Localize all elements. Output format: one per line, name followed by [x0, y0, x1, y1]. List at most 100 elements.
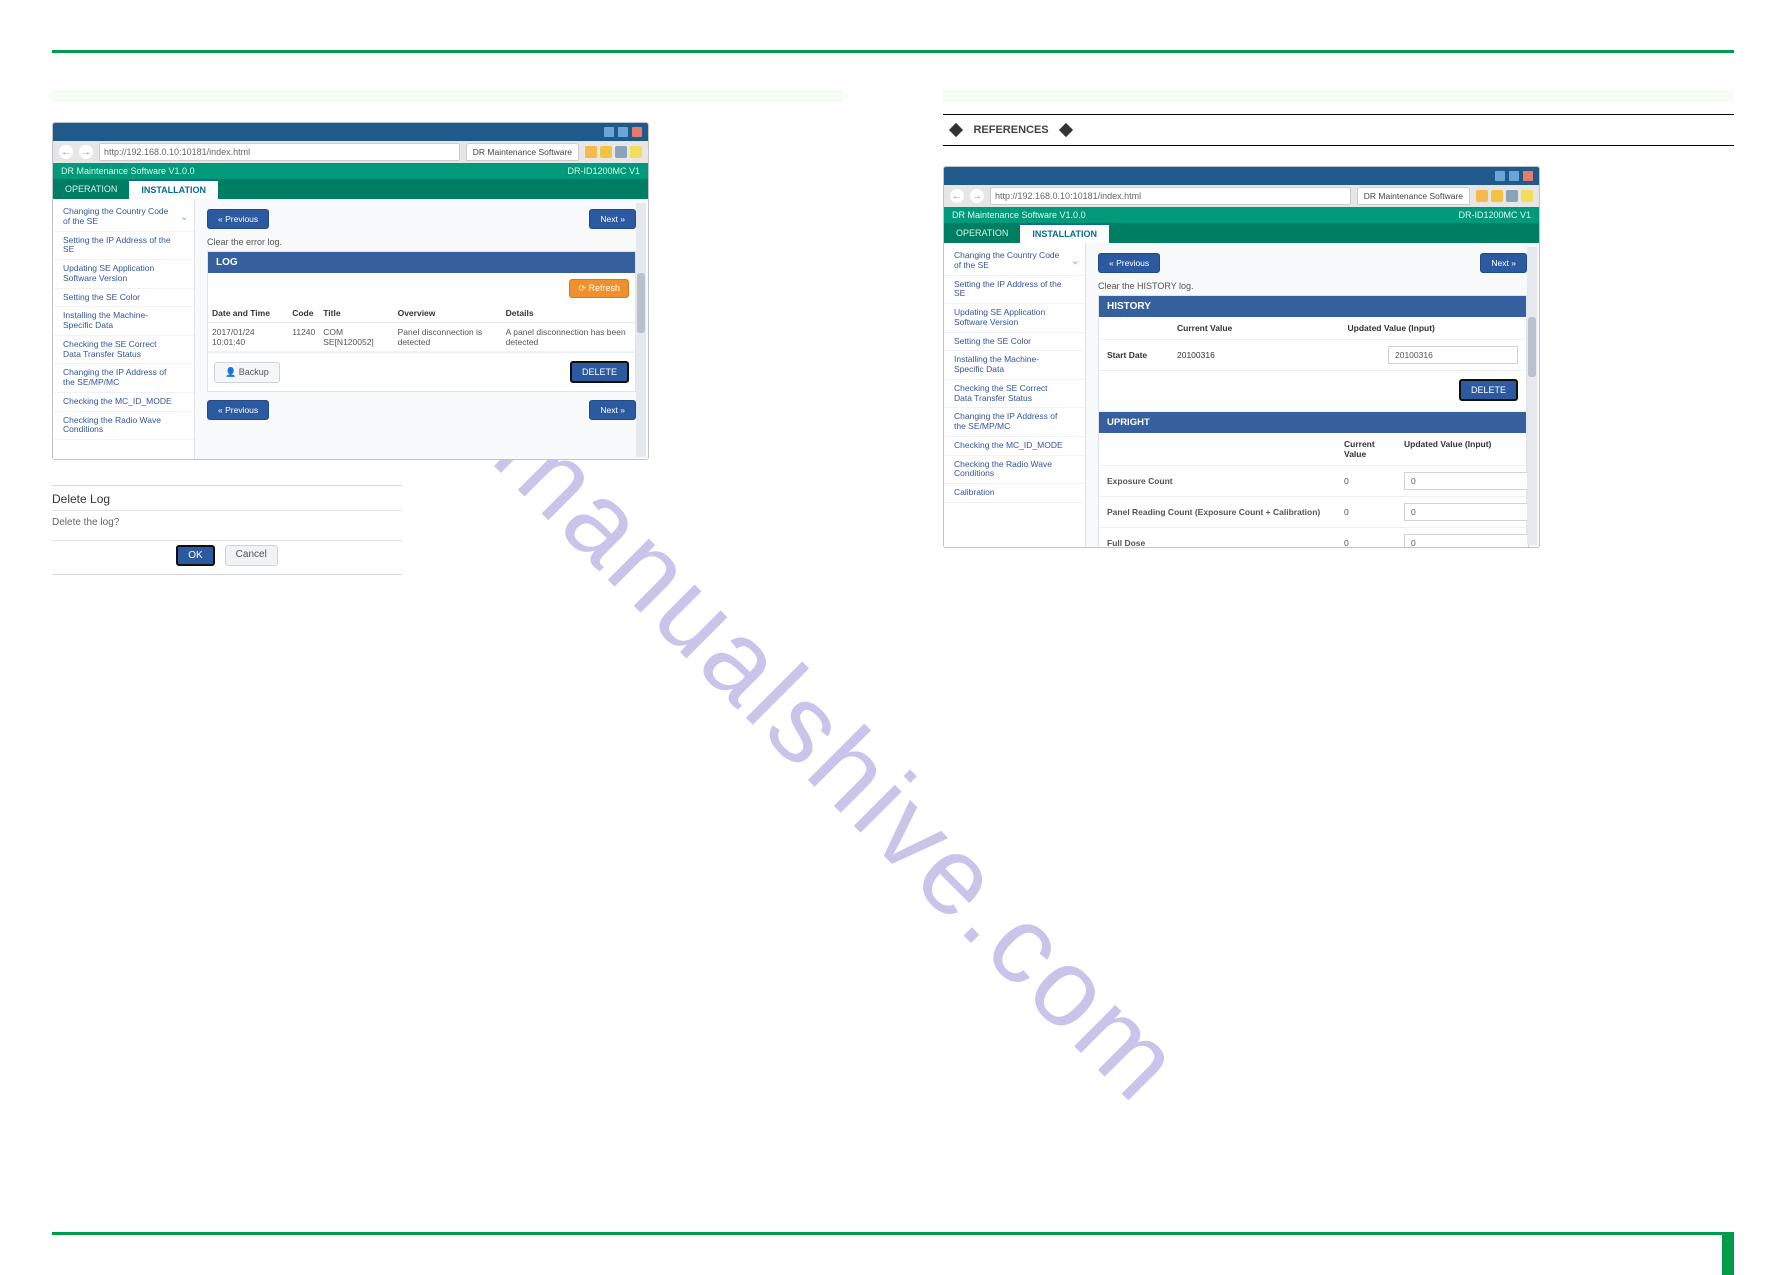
col-details: Details: [502, 304, 635, 323]
window-close-icon[interactable]: [1523, 171, 1533, 181]
app-sidebar: Changing the Country Code of the SE⌃ Set…: [944, 243, 1086, 548]
window-close-icon[interactable]: [632, 127, 642, 137]
url-field[interactable]: http://192.168.0.10:10181/index.html: [99, 143, 460, 161]
delete-button[interactable]: DELETE: [1459, 379, 1518, 401]
previous-button[interactable]: « Previous: [1098, 253, 1160, 273]
label-start-date: Start Date: [1107, 350, 1177, 360]
chevron-up-icon: ⌃: [1071, 253, 1079, 265]
label-exposure-count: Exposure Count: [1099, 466, 1336, 497]
sidebar-item[interactable]: Setting the SE Color: [944, 333, 1085, 352]
browser-tab[interactable]: DR Maintenance Software: [466, 143, 579, 161]
home-icon[interactable]: [1476, 190, 1488, 202]
feedback-icon[interactable]: [630, 146, 642, 158]
app-title: DR Maintenance Software V1.0.0: [952, 210, 1086, 220]
delete-button[interactable]: DELETE: [570, 361, 629, 383]
window-min-icon[interactable]: [604, 127, 614, 137]
sidebar-item[interactable]: Calibration: [944, 484, 1085, 503]
col-date: Date and Time: [208, 304, 288, 323]
window-min-icon[interactable]: [1495, 171, 1505, 181]
delete-log-dialog: Delete Log Delete the log? OK Cancel: [52, 485, 402, 575]
col-title: Title: [319, 304, 393, 323]
diamond-icon: [1059, 123, 1073, 137]
right-section-heading: [943, 90, 1734, 102]
scroll-thumb[interactable]: [1528, 317, 1536, 377]
diamond-icon: [949, 123, 963, 137]
input-panel-reading-count[interactable]: [1404, 503, 1529, 521]
tab-operation[interactable]: OPERATION: [53, 179, 129, 199]
favorite-icon[interactable]: [600, 146, 612, 158]
forward-icon[interactable]: →: [79, 145, 93, 159]
table-row[interactable]: 2017/01/24 10:01:40 11240 COM SE[N120052…: [208, 323, 635, 352]
scrollbar[interactable]: [636, 203, 646, 457]
col-updated-value: Updated Value (Input): [1396, 433, 1526, 466]
back-icon[interactable]: ←: [59, 145, 73, 159]
label-panel-reading-count: Panel Reading Count (Exposure Count + Ca…: [1099, 497, 1336, 528]
url-field[interactable]: http://192.168.0.10:10181/index.html: [990, 187, 1351, 205]
next-button[interactable]: Next »: [589, 209, 636, 229]
upright-grid: Current Value Updated Value (Input) Expo…: [1099, 433, 1526, 548]
backup-button[interactable]: 👤 Backup: [214, 362, 280, 383]
sidebar-item[interactable]: Checking the SE Correct Data Transfer St…: [53, 336, 194, 365]
sidebar-item[interactable]: Changing the IP Address of the SE/MP/MC: [53, 364, 194, 393]
browser-address-bar: ← → http://192.168.0.10:10181/index.html…: [53, 141, 648, 163]
input-start-date[interactable]: [1388, 346, 1518, 364]
refresh-button[interactable]: ⟳ Refresh: [569, 279, 629, 298]
feedback-icon[interactable]: [1521, 190, 1533, 202]
window-titlebar: [53, 123, 648, 141]
next-button[interactable]: Next »: [589, 400, 636, 420]
ok-button[interactable]: OK: [176, 545, 214, 566]
settings-icon[interactable]: [615, 146, 627, 158]
sidebar-item[interactable]: Changing the Country Code of the SE⌃: [53, 203, 194, 232]
app-sidebar: Changing the Country Code of the SE⌃ Set…: [53, 199, 195, 459]
sidebar-item[interactable]: Updating SE Application Software Version: [53, 260, 194, 289]
scrollbar[interactable]: [1527, 247, 1537, 545]
sidebar-item[interactable]: Setting the IP Address of the SE: [53, 232, 194, 261]
favorite-icon[interactable]: [1491, 190, 1503, 202]
forward-icon[interactable]: →: [970, 189, 984, 203]
value-panel-reading-count: 0: [1336, 497, 1396, 528]
cell-details: A panel disconnection has been detected: [502, 323, 635, 352]
window-titlebar: [944, 167, 1539, 185]
scroll-thumb[interactable]: [637, 273, 645, 333]
sidebar-item[interactable]: Setting the SE Color: [53, 289, 194, 308]
next-button[interactable]: Next »: [1480, 253, 1527, 273]
sidebar-item[interactable]: Changing the IP Address of the SE/MP/MC: [944, 408, 1085, 437]
col-updated-value: Updated Value (Input): [1348, 323, 1519, 333]
col-current-value: Current Value: [1336, 433, 1396, 466]
window-max-icon[interactable]: [1509, 171, 1519, 181]
sidebar-item[interactable]: Installing the Machine-Specific Data: [944, 351, 1085, 380]
sidebar-item[interactable]: Checking the Radio Wave Conditions: [53, 412, 194, 441]
sidebar-item[interactable]: Checking the MC_ID_MODE: [53, 393, 194, 412]
settings-icon[interactable]: [1506, 190, 1518, 202]
label-full-dose: Full Dose: [1099, 528, 1336, 548]
tab-operation[interactable]: OPERATION: [944, 223, 1020, 243]
value-exposure-count: 0: [1336, 466, 1396, 497]
sidebar-item[interactable]: Checking the Radio Wave Conditions: [944, 456, 1085, 485]
sidebar-item[interactable]: Changing the Country Code of the SE⌃: [944, 247, 1085, 276]
browser-tab[interactable]: DR Maintenance Software: [1357, 187, 1470, 205]
sidebar-item[interactable]: Setting the IP Address of the SE: [944, 276, 1085, 305]
input-exposure-count[interactable]: [1404, 472, 1529, 490]
value-start-date-current: 20100316: [1177, 350, 1388, 360]
tab-installation[interactable]: INSTALLATION: [1020, 223, 1109, 243]
reference-divider: [943, 114, 1734, 115]
previous-button[interactable]: « Previous: [207, 209, 269, 229]
window-max-icon[interactable]: [618, 127, 628, 137]
home-icon[interactable]: [585, 146, 597, 158]
input-full-dose[interactable]: [1404, 534, 1529, 548]
app-model: DR-ID1200MC V1: [567, 166, 640, 176]
sidebar-item[interactable]: Checking the MC_ID_MODE: [944, 437, 1085, 456]
sidebar-item-label: Changing the Country Code of the SE: [63, 206, 168, 226]
value-full-dose: 0: [1336, 528, 1396, 548]
sidebar-item[interactable]: Updating SE Application Software Version: [944, 304, 1085, 333]
cancel-button[interactable]: Cancel: [225, 545, 278, 566]
sidebar-item[interactable]: Checking the SE Correct Data Transfer St…: [944, 380, 1085, 409]
cell-date: 2017/01/24 10:01:40: [208, 323, 288, 352]
tab-installation[interactable]: INSTALLATION: [129, 179, 218, 199]
page-top-rule: [52, 50, 1734, 53]
sidebar-item[interactable]: Installing the Machine-Specific Data: [53, 307, 194, 336]
cell-overview: Panel disconnection is detected: [394, 323, 502, 352]
back-icon[interactable]: ←: [950, 189, 964, 203]
previous-button[interactable]: « Previous: [207, 400, 269, 420]
blank-header: [1099, 433, 1336, 466]
